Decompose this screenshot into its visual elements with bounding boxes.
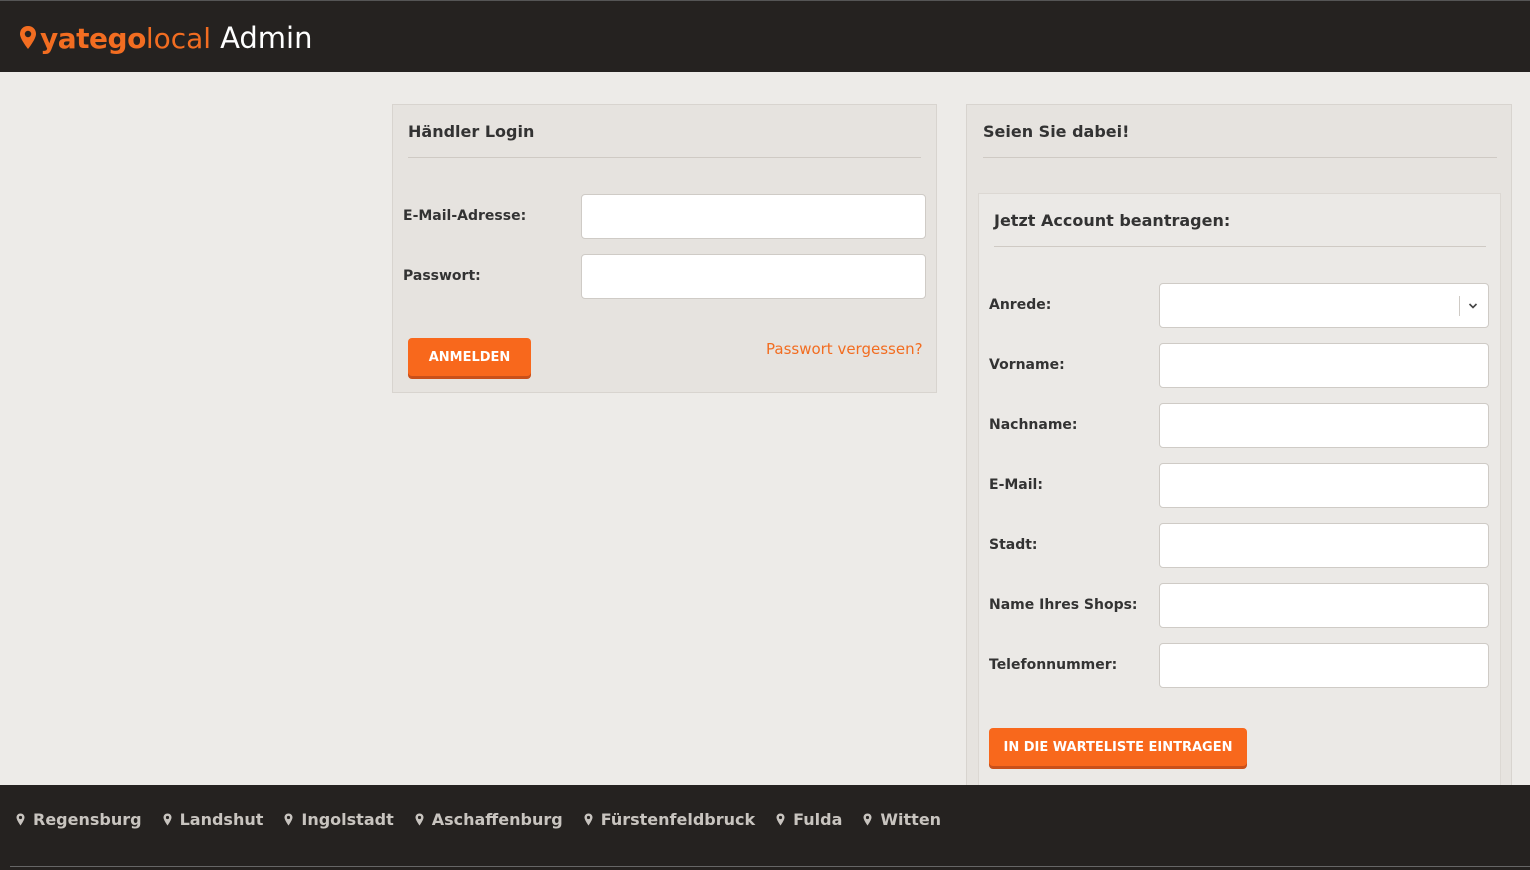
logo-local-text: local (145, 21, 212, 55)
city-link-regensburg[interactable]: Regensburg (16, 810, 142, 829)
anrede-select[interactable] (1159, 283, 1489, 328)
location-pin-icon (863, 813, 872, 826)
vorname-label: Vorname: (989, 357, 1065, 373)
logo-brand-text: yatego (40, 21, 146, 55)
city-label: Fürstenfeldbruck (600, 810, 756, 829)
signup-title: Seien Sie dabei! (983, 122, 1130, 141)
yatego-local-logo[interactable]: yatego local Admin (18, 19, 313, 57)
anrede-label: Anrede: (989, 297, 1052, 313)
location-pin-icon (163, 813, 172, 826)
city-label: Fulda (793, 810, 843, 829)
signup-email-label: E-Mail: (989, 477, 1043, 493)
telefon-label: Telefonnummer: (989, 657, 1118, 673)
logo-admin-text: Admin (220, 21, 313, 55)
city-label: Ingolstadt (301, 810, 394, 829)
signup-email-input[interactable] (1159, 463, 1489, 508)
signup-subtitle-divider (994, 246, 1486, 247)
city-link-ingolstadt[interactable]: Ingolstadt (284, 810, 394, 829)
city-label: Landshut (179, 810, 264, 829)
stadt-label: Stadt: (989, 537, 1038, 553)
top-header: yatego local Admin (0, 0, 1530, 72)
stadt-input[interactable] (1159, 523, 1489, 568)
city-link-fuerstenfeldbruck[interactable]: Fürstenfeldbruck (584, 810, 755, 829)
select-separator (1459, 296, 1460, 316)
location-pin-icon (776, 813, 785, 826)
vorname-input[interactable] (1159, 343, 1489, 388)
city-link-aschaffenburg[interactable]: Aschaffenburg (415, 810, 563, 829)
login-title: Händler Login (408, 122, 535, 141)
anmelden-button[interactable]: ANMELDEN (408, 338, 531, 376)
login-email-input[interactable] (581, 194, 926, 239)
chevron-down-icon (1468, 303, 1478, 309)
footer-city-list: Regensburg Landshut Ingolstadt Aschaffen… (16, 810, 962, 829)
footer-divider (10, 866, 1530, 867)
signup-panel: Seien Sie dabei! Jetzt Account beantrage… (966, 104, 1512, 803)
signup-title-divider (983, 157, 1497, 158)
city-label: Witten (880, 810, 942, 829)
signup-subtitle: Jetzt Account beantragen: (994, 211, 1231, 230)
location-pin-icon (415, 813, 424, 826)
login-password-input[interactable] (581, 254, 926, 299)
city-link-fulda[interactable]: Fulda (776, 810, 842, 829)
login-title-divider (408, 157, 921, 158)
signup-form-card: Jetzt Account beantragen: Anrede: Vornam… (978, 193, 1501, 803)
login-panel: Händler Login E-Mail-Adresse: Passwort: … (392, 104, 937, 393)
city-link-witten[interactable]: Witten (863, 810, 941, 829)
shop-name-input[interactable] (1159, 583, 1489, 628)
telefon-input[interactable] (1159, 643, 1489, 688)
nachname-label: Nachname: (989, 417, 1078, 433)
city-label: Regensburg (33, 810, 142, 829)
shop-name-label: Name Ihres Shops: (989, 597, 1138, 613)
nachname-input[interactable] (1159, 403, 1489, 448)
forgot-password-link[interactable]: Passwort vergessen? (766, 340, 923, 358)
location-pin-icon (284, 813, 293, 826)
password-label: Passwort: (403, 268, 481, 284)
location-pin-icon (20, 26, 36, 49)
location-pin-icon (584, 813, 593, 826)
waitlist-submit-button[interactable]: IN DIE WARTELISTE EINTRAGEN (989, 728, 1247, 766)
city-label: Aschaffenburg (431, 810, 563, 829)
city-link-landshut[interactable]: Landshut (163, 810, 264, 829)
email-label: E-Mail-Adresse: (403, 208, 527, 224)
location-pin-icon (16, 813, 25, 826)
